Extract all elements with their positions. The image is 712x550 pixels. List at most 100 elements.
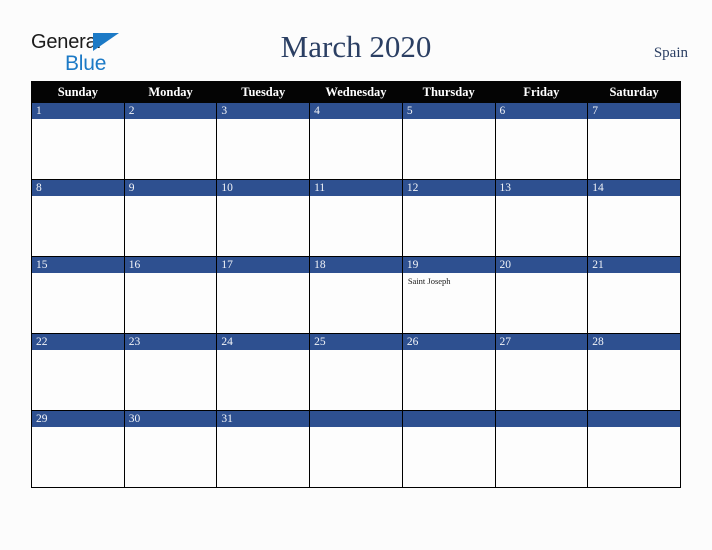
day-events: [32, 196, 124, 199]
day-number: 2: [124, 103, 217, 119]
calendar-day-cell[interactable]: 11: [309, 179, 403, 257]
calendar-page: General Blue March 2020 Spain Sunday Mond…: [0, 0, 712, 550]
calendar-day-cell[interactable]: 28: [587, 333, 681, 411]
calendar-day-cell[interactable]: 31: [216, 410, 311, 488]
day-events: [588, 119, 680, 122]
day-events: [588, 350, 680, 353]
calendar-day-cell[interactable]: 26: [401, 333, 496, 411]
calendar-day-cell[interactable]: 6: [494, 102, 589, 180]
calendar-day-cell[interactable]: 10: [216, 179, 311, 257]
day-number: 19: [402, 257, 495, 273]
day-events: [403, 196, 495, 199]
day-events: [217, 350, 309, 353]
day-events: [125, 273, 217, 276]
day-events: [217, 427, 309, 430]
day-number: 21: [588, 257, 680, 273]
calendar-day-cell[interactable]: 23: [123, 333, 218, 411]
day-events: [403, 119, 495, 122]
weekday-header-thursday: Thursday: [401, 81, 496, 103]
calendar-empty-cell: [587, 410, 681, 488]
day-number: [310, 411, 402, 427]
calendar-header-row: Sunday Monday Tuesday Wednesday Thursday Frid…: [31, 81, 681, 103]
calendar-day-cell[interactable]: 12: [401, 179, 496, 257]
calendar-day-cell[interactable]: 18: [309, 256, 403, 334]
weekday-header-row: Sunday Monday Tuesday Wednesday Thursday Frid…: [31, 81, 681, 103]
calendar-day-cell[interactable]: 22: [31, 333, 125, 411]
calendar-day-cell[interactable]: 8: [31, 179, 125, 257]
calendar-day-cell[interactable]: 5: [401, 102, 496, 180]
calendar-day-cell[interactable]: 15: [31, 256, 125, 334]
day-number: 24: [217, 334, 310, 350]
day-events: [310, 273, 402, 276]
day-events: [125, 350, 217, 353]
calendar-body: 1 2 3 4 5 6 7 8 9 10 11 12 13 14 15 16 17 18 19 Saint Josep…: [31, 102, 681, 488]
calendar-day-cell[interactable]: 30: [123, 410, 218, 488]
calendar-day-cell[interactable]: 21: [587, 256, 681, 334]
page-header: General Blue March 2020 Spain: [0, 0, 712, 80]
calendar-day-cell[interactable]: 29: [31, 410, 125, 488]
day-events: [496, 119, 588, 122]
day-number: 5: [402, 103, 495, 119]
day-number: [588, 411, 680, 427]
calendar-day-cell[interactable]: 24: [216, 333, 311, 411]
page-title: March 2020: [280, 29, 432, 64]
calendar-day-cell[interactable]: 25: [309, 333, 403, 411]
day-number: 4: [310, 103, 402, 119]
day-events: [125, 427, 217, 430]
day-number: [495, 411, 588, 427]
calendar-day-cell[interactable]: 1: [31, 102, 125, 180]
weekday-header-friday: Friday: [494, 81, 589, 103]
country-label: Spain: [653, 45, 688, 61]
day-events: [32, 119, 124, 122]
day-number: 22: [32, 334, 124, 350]
day-events: [217, 273, 309, 276]
day-number: 25: [310, 334, 402, 350]
weekday-header-monday: Monday: [123, 81, 218, 103]
day-number: 29: [32, 411, 124, 427]
day-events: [588, 196, 680, 199]
calendar-day-cell[interactable]: 13: [494, 179, 589, 257]
calendar-empty-cell: [494, 410, 589, 488]
day-events: [496, 427, 588, 430]
day-events: [588, 427, 680, 430]
day-events: [32, 427, 124, 430]
calendar-day-cell[interactable]: 9: [123, 179, 218, 257]
calendar-day-cell[interactable]: 3: [216, 102, 311, 180]
day-events: [403, 350, 495, 353]
day-number: 8: [32, 180, 124, 196]
day-number: 10: [217, 180, 310, 196]
calendar-week-row: 29 30 31: [31, 410, 681, 488]
holiday-event: Saint Joseph: [407, 276, 451, 286]
day-events: [125, 196, 217, 199]
day-events: [217, 196, 309, 199]
calendar-day-cell[interactable]: 4: [309, 102, 403, 180]
day-events: [496, 273, 588, 276]
weekday-header-tuesday: Tuesday: [216, 81, 311, 103]
day-events: [496, 350, 588, 353]
weekday-header-sunday: Sunday: [31, 81, 125, 103]
day-number: 26: [402, 334, 495, 350]
day-number: 14: [588, 180, 680, 196]
day-number: 15: [32, 257, 124, 273]
calendar-day-cell[interactable]: 16: [123, 256, 218, 334]
day-number: 13: [495, 180, 588, 196]
calendar-week-row: 22 23 24 25 26 27 28: [31, 333, 681, 411]
calendar-day-cell[interactable]: 17: [216, 256, 311, 334]
day-events: [310, 350, 402, 353]
calendar-day-cell[interactable]: 2: [123, 102, 218, 180]
day-events: [310, 427, 402, 430]
calendar-day-cell[interactable]: 27: [494, 333, 589, 411]
day-number: 30: [124, 411, 217, 427]
day-events: [125, 119, 217, 122]
calendar-week-row: 8 9 10 11 12 13 14: [31, 179, 681, 257]
calendar-day-cell[interactable]: 7: [587, 102, 681, 180]
day-number: 11: [310, 180, 402, 196]
day-number: 20: [495, 257, 588, 273]
calendar-day-cell[interactable]: 19 Saint Joseph: [401, 256, 496, 334]
calendar-day-cell[interactable]: 20: [494, 256, 589, 334]
day-number: 12: [402, 180, 495, 196]
day-number: 9: [124, 180, 217, 196]
calendar-day-cell[interactable]: 14: [587, 179, 681, 257]
calendar-grid: Sunday Monday Tuesday Wednesday Thursday Frid…: [31, 81, 681, 488]
day-number: 27: [495, 334, 588, 350]
